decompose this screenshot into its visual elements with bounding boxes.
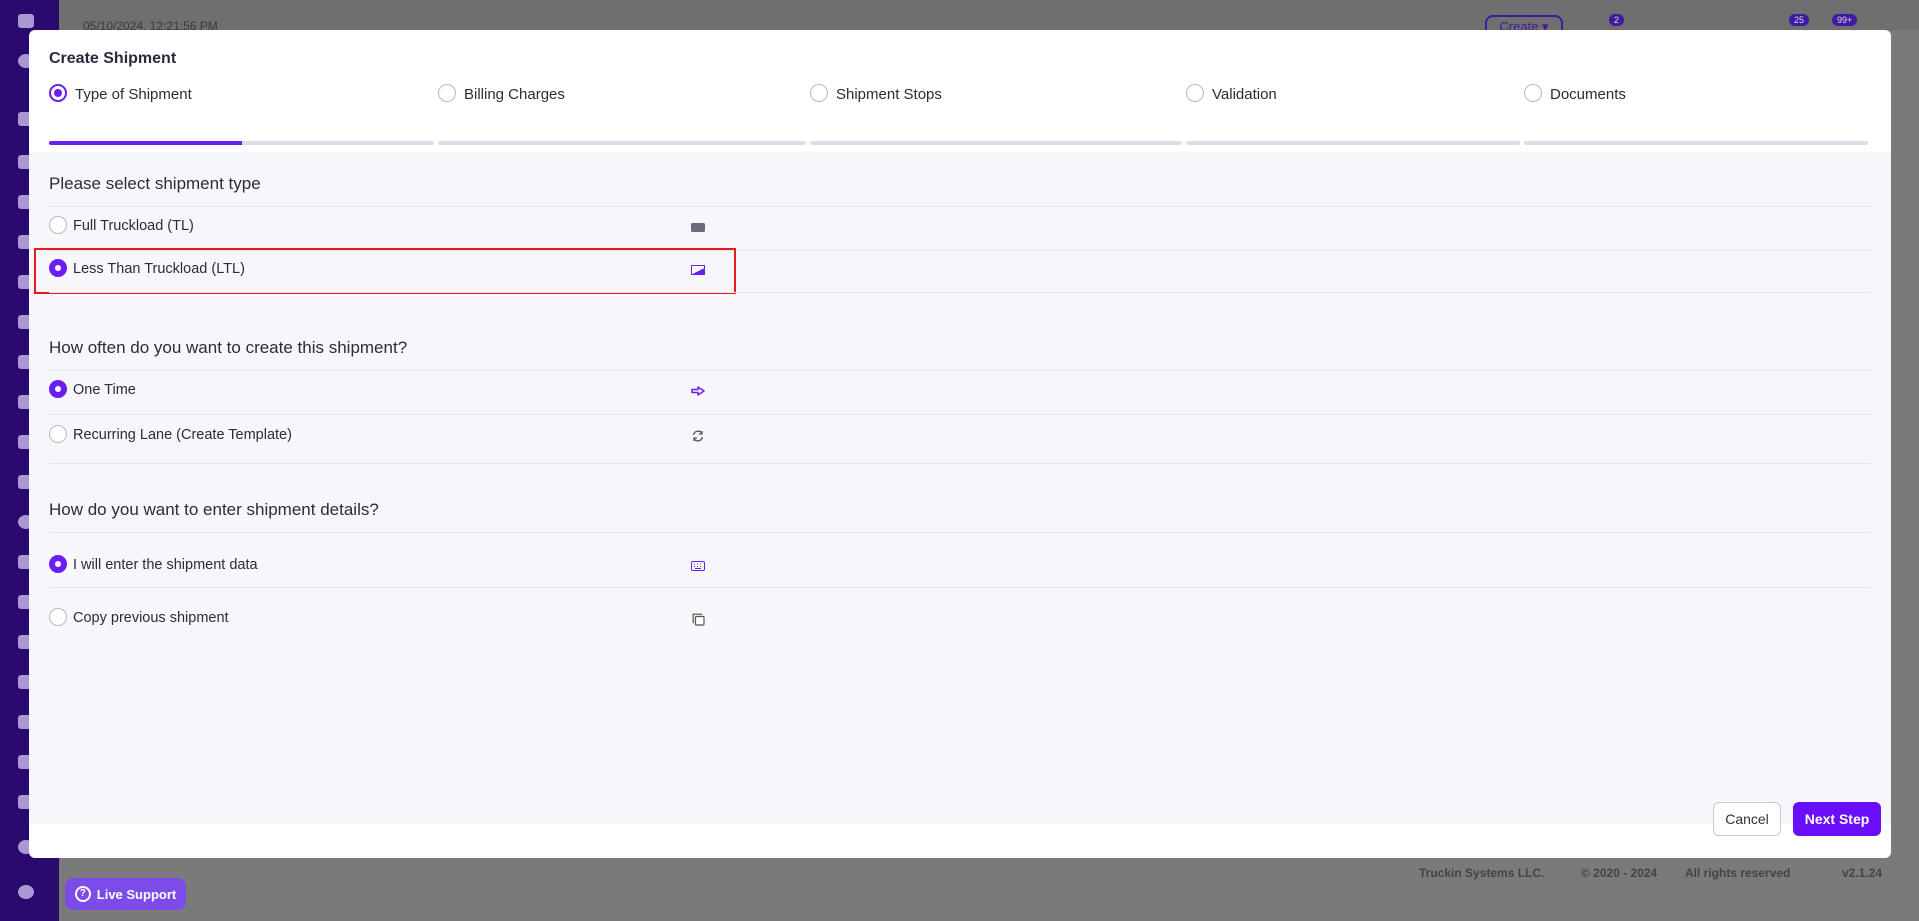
divider — [49, 587, 1871, 588]
option-one-time[interactable]: One Time — [49, 370, 1871, 410]
copy-icon — [690, 612, 706, 626]
refresh-icon — [690, 429, 706, 443]
step-progress-bar — [1524, 141, 1868, 145]
step-progress-bar — [49, 141, 434, 145]
radio-button[interactable] — [49, 608, 67, 626]
live-support-label: Live Support — [96, 886, 177, 902]
radio-button[interactable] — [49, 555, 67, 573]
modal-content: Please select shipment type Full Trucklo… — [29, 152, 1891, 824]
section-title-shipment-type: Please select shipment type — [49, 174, 261, 193]
alert-badge: 99+ — [1832, 14, 1858, 26]
divider — [49, 532, 1871, 533]
option-full-truckload[interactable]: Full Truckload (TL) — [49, 206, 1871, 246]
divider — [49, 292, 1871, 293]
selection-highlight — [34, 248, 736, 294]
support-icon[interactable] — [18, 885, 40, 903]
copyright-text: © 2020 - 2024 — [1581, 866, 1658, 880]
step-radio-icon — [438, 84, 456, 102]
step-progress-bar — [810, 141, 1182, 145]
step-billing-charges[interactable]: Billing Charges — [438, 82, 806, 148]
arrow-right-icon — [690, 384, 706, 398]
option-label: One Time — [73, 382, 136, 398]
option-copy-previous[interactable]: Copy previous shipment — [49, 598, 1871, 638]
notification-badge: 2 — [1609, 14, 1625, 26]
radio-button[interactable] — [49, 216, 67, 234]
step-validation[interactable]: Validation — [1186, 82, 1520, 148]
step-label: Documents — [1550, 86, 1626, 103]
company-text: Truckin Systems LLC. — [1419, 866, 1545, 880]
live-support-button[interactable]: ? Live Support — [65, 878, 186, 910]
option-label: Full Truckload (TL) — [73, 218, 194, 234]
rights-text: All rights reserved — [1685, 866, 1791, 880]
cancel-button[interactable]: Cancel — [1713, 802, 1781, 836]
step-label: Shipment Stops — [836, 86, 942, 103]
step-radio-icon — [810, 84, 828, 102]
truck-icon — [690, 220, 706, 234]
topbar: 05/10/2024, 12:21:56 PM Create ▾ 2 25 99… — [59, 0, 1919, 39]
page-footer: Truckin Systems LLC. © 2020 - 2024 All r… — [59, 858, 1919, 888]
stepper: Type of Shipment Billing Charges Shipmen… — [49, 82, 1869, 148]
radio-button[interactable] — [49, 425, 67, 443]
message-badge: 25 — [1789, 14, 1810, 26]
step-radio-icon — [1524, 84, 1542, 102]
step-shipment-stops[interactable]: Shipment Stops — [810, 82, 1182, 148]
step-documents[interactable]: Documents — [1524, 82, 1868, 148]
option-label: I will enter the shipment data — [73, 557, 258, 573]
option-label: Recurring Lane (Create Template) — [73, 427, 292, 443]
step-radio-icon — [49, 84, 67, 102]
modal-title: Create Shipment — [49, 50, 177, 67]
step-label: Validation — [1212, 86, 1277, 103]
question-icon: ? — [74, 886, 91, 902]
step-progress-fill — [49, 141, 242, 145]
radio-button[interactable] — [49, 380, 67, 398]
step-radio-icon — [1186, 84, 1204, 102]
option-manual-entry[interactable]: I will enter the shipment data — [49, 545, 1871, 585]
version-text: v2.1.24 — [1842, 866, 1883, 880]
option-label: Copy previous shipment — [73, 610, 229, 626]
step-type-of-shipment[interactable]: Type of Shipment — [49, 82, 434, 148]
section-title-frequency: How often do you want to create this shi… — [49, 338, 408, 357]
keyboard-icon — [690, 559, 706, 573]
step-label: Type of Shipment — [75, 86, 192, 103]
option-recurring-lane[interactable]: Recurring Lane (Create Template) — [49, 415, 1871, 455]
create-shipment-modal: Create Shipment Type of Shipment Billing… — [29, 30, 1891, 858]
step-progress-bar — [1186, 141, 1520, 145]
step-progress-bar — [438, 141, 806, 145]
step-label: Billing Charges — [464, 86, 565, 103]
section-title-entry-method: How do you want to enter shipment detail… — [49, 500, 379, 519]
next-step-button[interactable]: Next Step — [1793, 802, 1881, 836]
divider — [49, 463, 1871, 464]
